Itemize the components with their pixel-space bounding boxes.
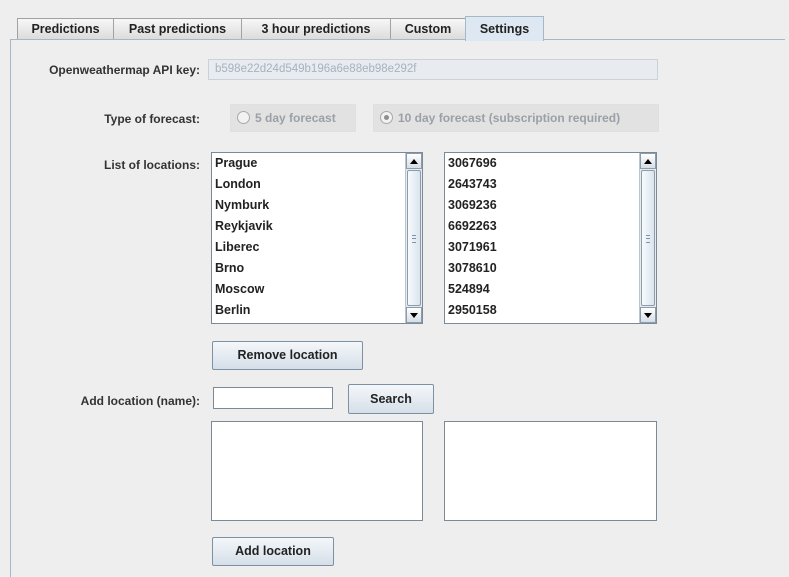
location-ids-scrollbar[interactable]: [639, 153, 656, 323]
scroll-thumb[interactable]: [641, 170, 655, 306]
scroll-up-button[interactable]: [640, 153, 656, 169]
search-button[interactable]: Search: [348, 384, 434, 414]
grip-icon: [646, 235, 650, 243]
list-item[interactable]: Nymburk: [212, 195, 422, 216]
api-key-field[interactable]: b598e22d24d549b196a6e88eb98e292f: [208, 59, 658, 80]
tab-bar: Predictions Past predictions 3 hour pred…: [0, 0, 789, 41]
api-key-label: Openweathermap API key:: [49, 63, 200, 77]
tab-custom[interactable]: Custom: [390, 18, 466, 39]
tab-predictions[interactable]: Predictions: [17, 18, 114, 39]
list-item[interactable]: 2643743: [445, 174, 656, 195]
list-item[interactable]: 2950158: [445, 300, 656, 321]
forecast-option-5-day[interactable]: 5 day forecast: [230, 104, 356, 132]
list-item[interactable]: 6692263: [445, 216, 656, 237]
search-results-names-list[interactable]: [211, 421, 423, 521]
list-item[interactable]: Reykjavik: [212, 216, 422, 237]
forecast-option-10-day[interactable]: 10 day forecast (subscription required): [373, 104, 659, 132]
forecast-option-10-day-label: 10 day forecast (subscription required): [398, 111, 621, 125]
radio-button-selected-icon: [380, 111, 393, 124]
location-ids-list[interactable]: 3067696 2643743 3069236 6692263 3071961 30786…: [444, 152, 657, 324]
search-results-ids-list[interactable]: [444, 421, 657, 521]
forecast-type-label: Type of forecast:: [104, 112, 200, 126]
scroll-down-button[interactable]: [406, 307, 422, 323]
arrow-down-icon: [410, 313, 418, 318]
add-location-input[interactable]: [213, 387, 333, 409]
list-item[interactable]: Brno: [212, 258, 422, 279]
forecast-option-5-day-label: 5 day forecast: [255, 111, 336, 125]
grip-icon: [412, 235, 416, 243]
list-item[interactable]: Prague: [212, 153, 422, 174]
location-ids-items: 3067696 2643743 3069236 6692263 3071961 30786…: [445, 153, 656, 321]
list-item[interactable]: 3071961: [445, 237, 656, 258]
location-names-scrollbar[interactable]: [405, 153, 422, 323]
scroll-up-button[interactable]: [406, 153, 422, 169]
list-item[interactable]: 3069236: [445, 195, 656, 216]
list-item[interactable]: 3078610: [445, 258, 656, 279]
location-names-items: Prague London Nymburk Reykjavik Liberec Brno M…: [212, 153, 422, 321]
add-location-button[interactable]: Add location: [212, 537, 334, 566]
list-item[interactable]: Moscow: [212, 279, 422, 300]
radio-button-icon: [237, 111, 250, 124]
tab-3-hour-predictions[interactable]: 3 hour predictions: [241, 18, 391, 39]
list-item[interactable]: London: [212, 174, 422, 195]
scroll-down-button[interactable]: [640, 307, 656, 323]
scroll-thumb[interactable]: [407, 170, 421, 306]
list-item[interactable]: 3067696: [445, 153, 656, 174]
list-item[interactable]: 524894: [445, 279, 656, 300]
tab-past-predictions[interactable]: Past predictions: [113, 18, 242, 39]
remove-location-button[interactable]: Remove location: [212, 341, 363, 370]
arrow-down-icon: [644, 313, 652, 318]
location-names-list[interactable]: Prague London Nymburk Reykjavik Liberec Brno M…: [211, 152, 423, 324]
list-item[interactable]: Berlin: [212, 300, 422, 321]
arrow-up-icon: [644, 159, 652, 164]
arrow-up-icon: [410, 159, 418, 164]
list-item[interactable]: Liberec: [212, 237, 422, 258]
tab-settings[interactable]: Settings: [465, 16, 544, 41]
add-location-label: Add location (name):: [80, 394, 200, 408]
locations-label: List of locations:: [104, 158, 200, 172]
